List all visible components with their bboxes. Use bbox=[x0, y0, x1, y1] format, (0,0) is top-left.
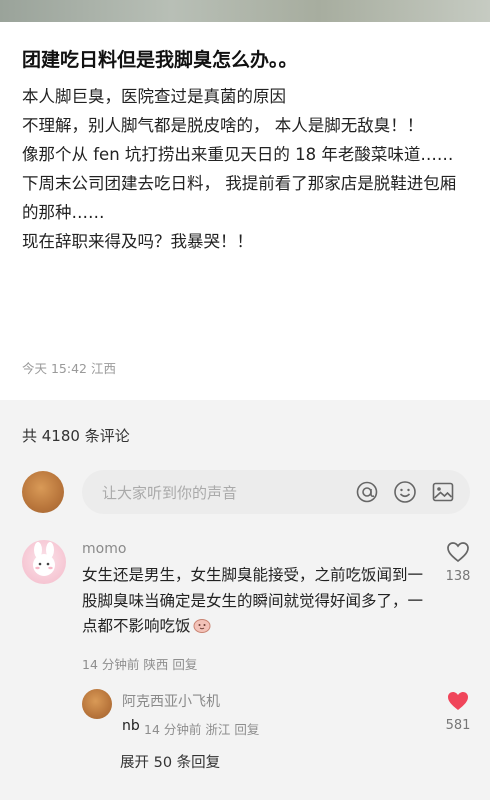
comment-input[interactable]: 让大家听到你的声音 bbox=[82, 470, 470, 514]
reply-username[interactable]: 阿克西亚小飞机 bbox=[122, 691, 220, 711]
post-line: 下周末公司团建去吃日料， 我提前看了那家店是脱鞋进包厢的那种…… bbox=[22, 174, 457, 222]
expand-replies-button[interactable]: 展开 50 条回复 bbox=[120, 751, 220, 772]
heart-outline-icon bbox=[447, 542, 469, 563]
comment-username[interactable]: momo bbox=[82, 541, 126, 557]
post-meta: 今天 15:42 江西 bbox=[22, 361, 116, 376]
reply-like-button[interactable]: 581 bbox=[438, 690, 478, 733]
comment-avatar[interactable] bbox=[22, 540, 66, 584]
reply-avatar[interactable] bbox=[82, 689, 112, 719]
post-title: 团建吃日料但是我脚臭怎么办。。 bbox=[22, 49, 298, 71]
at-icon[interactable] bbox=[354, 479, 380, 505]
comments-count: 共 4180 条评论 bbox=[22, 427, 130, 445]
reply-text: nb bbox=[122, 718, 140, 734]
heart-filled-icon bbox=[448, 692, 468, 710]
comment-text: 女生还是男生，女生脚臭能接受，之前吃饭闻到一股脚臭味当确定是女生的瞬间就觉得好闻… bbox=[82, 563, 434, 640]
comment-input-placeholder: 让大家听到你的声音 bbox=[102, 484, 238, 502]
post-line: 现在辞职来得及吗？我暴哭！！ bbox=[22, 232, 253, 251]
blush-emoji-icon bbox=[193, 619, 211, 633]
top-image-strip bbox=[0, 0, 490, 22]
like-button[interactable]: 138 bbox=[438, 541, 478, 584]
emoji-icon[interactable] bbox=[392, 479, 418, 505]
post-body: 本人脚巨臭，医院查过是真菌的原因 不理解，别人脚气都是脱皮啥的， 本人是脚无敌臭… bbox=[22, 82, 472, 256]
comment-text-content: 女生还是男生，女生脚臭能接受，之前吃饭闻到一股脚臭味当确定是女生的瞬间就觉得好闻… bbox=[82, 566, 424, 635]
like-count: 138 bbox=[445, 569, 471, 584]
post-line: 本人脚巨臭，医院查过是真菌的原因 bbox=[22, 87, 286, 106]
post-line: 像那个从 fen 坑打捞出来重见天日的 18 年老酸菜味道…… bbox=[22, 145, 454, 164]
post-line: 不理解，别人脚气都是脱皮啥的， 本人是脚无敌臭！！ bbox=[22, 116, 424, 135]
my-avatar[interactable] bbox=[22, 471, 64, 513]
comment-meta[interactable]: 14 分钟前 陕西 回复 bbox=[82, 654, 197, 673]
reply-like-count: 581 bbox=[445, 718, 471, 733]
image-icon[interactable] bbox=[430, 479, 456, 505]
reply-meta[interactable]: 14 分钟前 浙江 回复 bbox=[144, 719, 259, 738]
post-card: 团建吃日料但是我脚臭怎么办。。 本人脚巨臭，医院查过是真菌的原因 不理解，别人脚… bbox=[0, 22, 490, 400]
bunny-avatar-icon bbox=[33, 542, 55, 576]
